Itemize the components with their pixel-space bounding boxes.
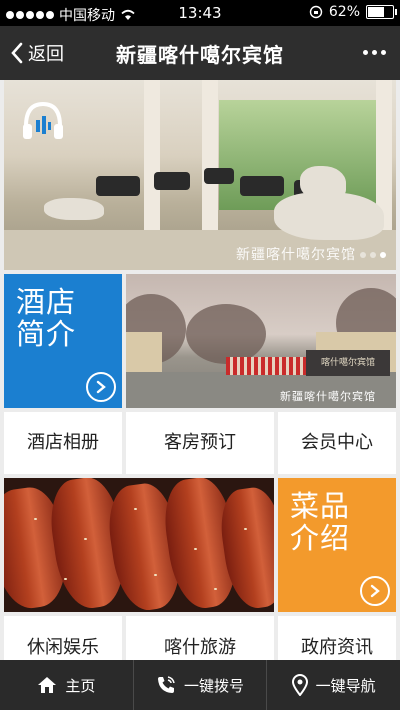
leisure-button[interactable]: 休闲娱乐 xyxy=(4,616,122,660)
member-center-button[interactable]: 会员中心 xyxy=(278,412,396,474)
room-booking-button[interactable]: 客房预订 xyxy=(126,412,274,474)
carousel-dots[interactable] xyxy=(360,252,386,258)
headphone-icon[interactable] xyxy=(20,100,66,142)
gate-caption: 新疆喀什噶尔宾馆 xyxy=(280,390,376,403)
hotel-intro-label: 酒店简介 xyxy=(16,285,77,351)
back-label: 返回 xyxy=(28,44,64,65)
chevron-right-icon xyxy=(86,372,116,402)
tourism-button[interactable]: 喀什旅游 xyxy=(126,616,274,660)
chevron-left-icon xyxy=(11,42,23,64)
hotel-sign: 喀什噶尔宾馆 xyxy=(306,350,390,376)
hotel-album-button[interactable]: 酒店相册 xyxy=(4,412,122,474)
status-bar: 中国移动 13:43 62% xyxy=(0,0,400,26)
tab-call-label: 一键拨号 xyxy=(184,676,245,695)
location-pin-icon xyxy=(291,674,308,696)
dishes-intro-label: 菜品介绍 xyxy=(290,489,351,555)
tab-navigate-label: 一键导航 xyxy=(315,676,376,695)
gov-news-button[interactable]: 政府资讯 xyxy=(278,616,396,660)
chevron-right-icon xyxy=(360,576,390,606)
home-icon xyxy=(38,677,57,693)
tab-home-label: 主页 xyxy=(65,676,96,695)
hotel-intro-tile[interactable]: 酒店简介 xyxy=(4,274,122,408)
hero-caption: 新疆喀什噶尔宾馆 xyxy=(236,247,356,263)
food-photo[interactable] xyxy=(4,478,274,612)
rotation-lock-icon xyxy=(309,5,323,19)
tab-navigate[interactable]: 一键导航 xyxy=(267,660,400,710)
more-button[interactable] xyxy=(363,50,386,55)
bottom-tab-bar: 主页 一键拨号 一键导航 xyxy=(0,660,400,710)
tab-call[interactable]: 一键拨号 xyxy=(134,660,268,710)
phone-icon xyxy=(158,676,175,693)
hotel-gate-photo[interactable]: 喀什噶尔宾馆 新疆喀什噶尔宾馆 xyxy=(126,274,396,408)
dishes-intro-tile[interactable]: 菜品介绍 xyxy=(278,478,396,612)
back-button[interactable]: 返回 xyxy=(10,40,64,66)
battery-percent: 62% xyxy=(328,4,360,20)
hero-banner[interactable]: 新疆喀什噶尔宾馆 xyxy=(4,80,396,270)
tab-home[interactable]: 主页 xyxy=(0,660,134,710)
nav-bar: 返回 新疆喀什噶尔宾馆 xyxy=(0,26,400,80)
battery-icon xyxy=(366,5,397,19)
